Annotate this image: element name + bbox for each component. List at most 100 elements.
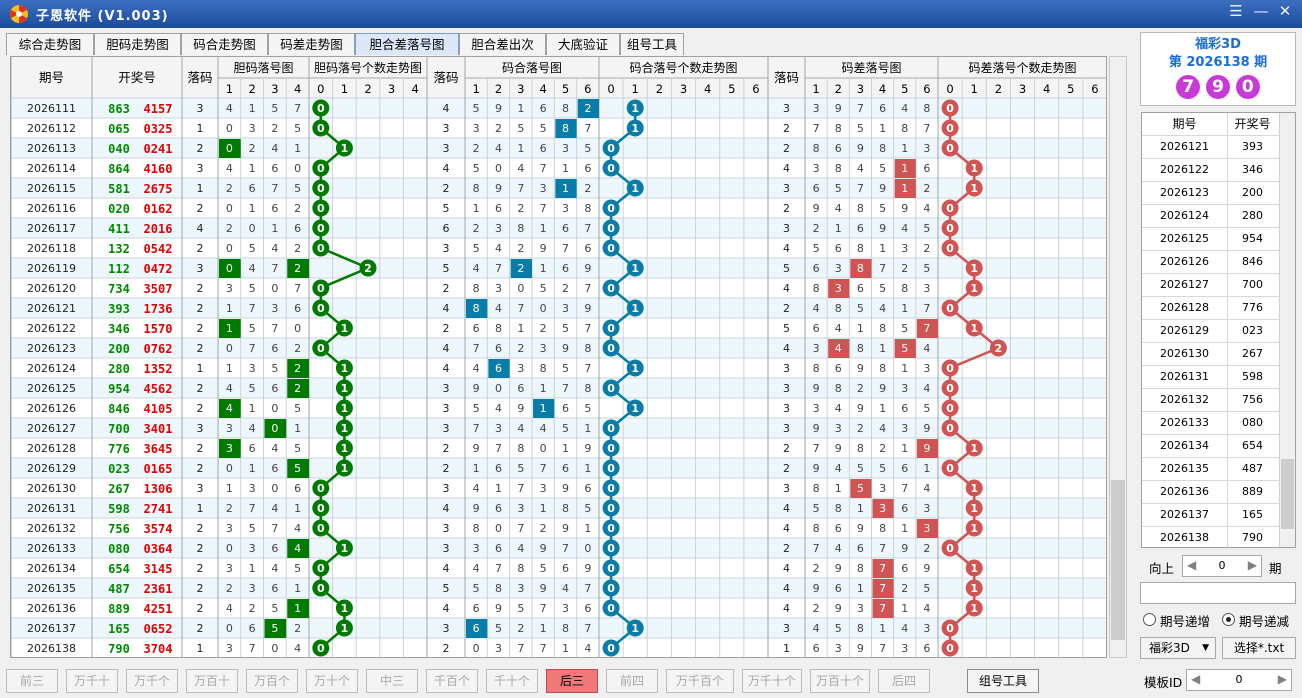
trend-marker-value: 1: [970, 282, 978, 295]
drop-digit-cell: 3: [540, 342, 547, 355]
drop-digit-cell: 6: [562, 462, 569, 475]
drop-count-cell: 3: [783, 622, 790, 635]
tab-comprehensive[interactable]: 综合走势图: [6, 33, 94, 55]
history-row[interactable]: 2026135 487: [1142, 458, 1295, 481]
history-row[interactable]: 2026132 756: [1142, 389, 1295, 412]
draw-number-cell: 1306: [144, 482, 173, 496]
draw-number-cell: 280: [108, 362, 130, 376]
history-row[interactable]: 2026124 280: [1142, 205, 1295, 228]
select-file-button[interactable]: 选择*.txt: [1222, 637, 1296, 659]
tab-group-tool[interactable]: 组号工具: [620, 33, 684, 55]
radio-period-dec[interactable]: [1222, 613, 1235, 626]
history-draw: 790: [1227, 527, 1277, 547]
position-button[interactable]: 万百十: [186, 669, 238, 693]
trend-marker-value: 1: [341, 322, 349, 335]
position-button[interactable]: 万千十个: [742, 669, 802, 693]
history-list[interactable]: 期号 开奖号 2026121 393 2026122 346 2026123 200 20261…: [1141, 112, 1296, 548]
position-button[interactable]: 万千十: [66, 669, 118, 693]
tab-big-base-verify[interactable]: 大底验证: [546, 33, 620, 55]
position-button[interactable]: 中三: [366, 669, 418, 693]
history-row[interactable]: 2026123 200: [1142, 182, 1295, 205]
history-scroll-thumb[interactable]: [1281, 459, 1294, 529]
template-id-spinner[interactable]: ◀ 0 ▶: [1186, 669, 1292, 691]
position-button[interactable]: 万千个: [126, 669, 178, 693]
history-row[interactable]: 2026126 846: [1142, 251, 1295, 274]
draw-number-cell: 393: [108, 302, 130, 316]
position-button[interactable]: 万百十个: [810, 669, 870, 693]
position-button[interactable]: 千十个: [486, 669, 538, 693]
group-tool-button[interactable]: 组号工具: [967, 669, 1039, 693]
drop-digit-cell: 8: [879, 362, 886, 375]
drop-digit-cell: 1: [249, 162, 256, 175]
trend-marker-value: 0: [607, 342, 615, 355]
radio-period-inc[interactable]: [1143, 613, 1156, 626]
drop-digit-cell: 7: [562, 242, 569, 255]
drop-digit-cell: 0: [226, 342, 233, 355]
history-row[interactable]: 2026121 393: [1142, 136, 1295, 159]
history-row[interactable]: 2026122 346: [1142, 159, 1295, 182]
position-button[interactable]: 后三: [546, 669, 598, 693]
trend-marker-value: 0: [607, 582, 615, 595]
drop-digit-cell: 8: [879, 142, 886, 155]
tab-dan-sum-diff-drop[interactable]: 胆合差落号图: [355, 33, 459, 55]
drop-digit-cell: 6: [271, 582, 278, 595]
drop-count-cell: 5: [783, 322, 790, 335]
drop-digit-cell: 7: [249, 302, 256, 315]
history-row[interactable]: 2026130 267: [1142, 343, 1295, 366]
history-row[interactable]: 2026137 165: [1142, 504, 1295, 527]
history-scrollbar[interactable]: [1279, 113, 1295, 547]
position-button[interactable]: 万千百个: [666, 669, 734, 693]
grid-vertical-scrollbar[interactable]: [1109, 56, 1127, 658]
drop-digit-cell: 2: [473, 142, 480, 155]
trend-grid[interactable]: 期号 开奖号 落码 落码 落码 胆码落号图 胆码落号个数走势图 码合落号图 码合落号个数走势图 码…: [10, 56, 1107, 658]
period-cell: 2026116: [27, 202, 76, 215]
minimize-button[interactable]: —: [1250, 2, 1272, 20]
history-row[interactable]: 2026129 023: [1142, 320, 1295, 343]
draw-number-cell: 3401: [144, 422, 173, 436]
history-row[interactable]: 2026136 889: [1142, 481, 1295, 504]
trend-marker-value: 0: [607, 382, 615, 395]
drop-digit-cell: 1: [249, 202, 256, 215]
sub-header: 6: [1091, 82, 1098, 96]
grid-scroll-thumb[interactable]: [1111, 480, 1125, 640]
position-button[interactable]: 万百个: [246, 669, 298, 693]
history-period: 2026137: [1160, 508, 1209, 521]
up-periods-spinner[interactable]: ◀ 0 ▶: [1182, 555, 1262, 577]
position-button[interactable]: 后四: [878, 669, 930, 693]
tab-diff-trend[interactable]: 码差走势图: [268, 33, 355, 55]
hit-cell-digit: 4: [835, 342, 842, 355]
tab-dan-trend[interactable]: 胆码走势图: [94, 33, 181, 55]
history-row[interactable]: 2026131 598: [1142, 366, 1295, 389]
history-col-period: 期号: [1172, 117, 1197, 131]
drop-digit-cell: 5: [473, 162, 480, 175]
menu-icon[interactable]: ☰: [1225, 2, 1247, 20]
drop-digit-cell: 7: [879, 262, 886, 275]
tab-sum-trend[interactable]: 码合走势图: [181, 33, 268, 55]
spin-right-icon[interactable]: ▶: [1248, 558, 1257, 572]
history-row[interactable]: 2026133 080: [1142, 412, 1295, 435]
drop-digit-cell: 2: [226, 582, 233, 595]
history-header: 期号 开奖号: [1142, 113, 1295, 136]
drop-digit-cell: 9: [923, 562, 930, 575]
drop-digit-cell: 2: [813, 562, 820, 575]
position-button[interactable]: 前三: [6, 669, 58, 693]
hit-cell-digit: 3: [879, 502, 886, 515]
history-row[interactable]: 2026134 654: [1142, 435, 1295, 458]
position-button[interactable]: 万十个: [306, 669, 358, 693]
filter-input[interactable]: [1140, 582, 1296, 604]
position-button[interactable]: 前四: [606, 669, 658, 693]
position-button[interactable]: 千百个: [426, 669, 478, 693]
sub-header: 4: [879, 82, 886, 96]
close-button[interactable]: ✕: [1274, 2, 1296, 20]
trend-marker-value: 1: [341, 462, 349, 475]
tab-dan-sum-diff-count[interactable]: 胆合差出次: [459, 33, 546, 55]
history-row[interactable]: 2026128 776: [1142, 297, 1295, 320]
lottery-select[interactable]: 福彩3D ▼: [1140, 637, 1216, 659]
drop-count-cell: 2: [783, 542, 790, 555]
drop-count-cell: 4: [443, 602, 450, 615]
trend-marker-value: 0: [946, 422, 954, 435]
spin-right-icon[interactable]: ▶: [1278, 672, 1287, 686]
history-row[interactable]: 2026127 700: [1142, 274, 1295, 297]
history-row[interactable]: 2026125 954: [1142, 228, 1295, 251]
history-row[interactable]: 2026138 790: [1142, 527, 1295, 547]
